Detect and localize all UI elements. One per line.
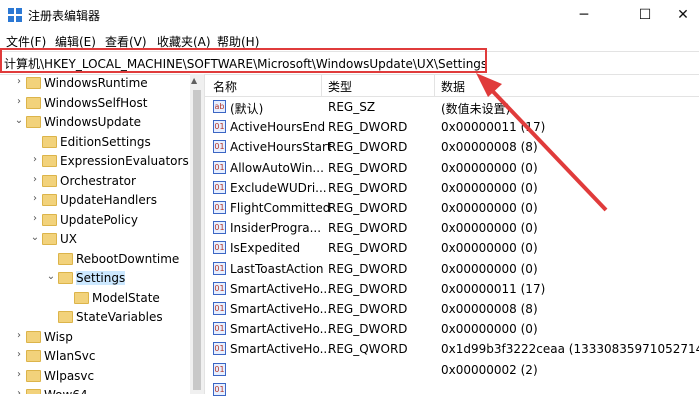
annotation-arrow xyxy=(476,73,608,212)
